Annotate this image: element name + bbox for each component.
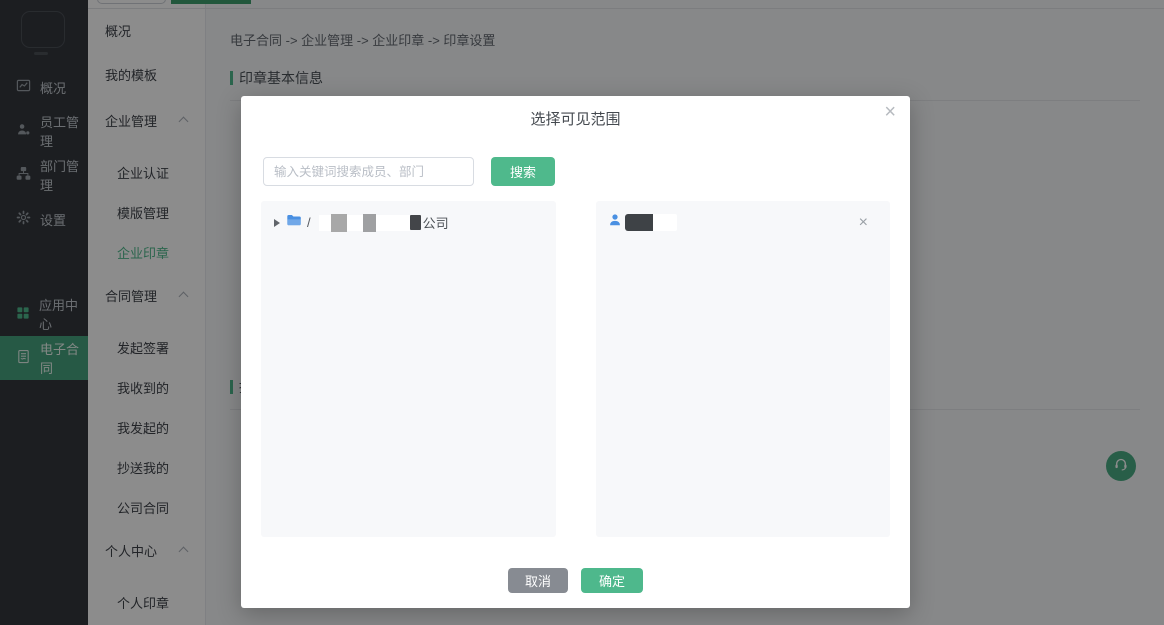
- visibility-scope-modal: 选择可见范围 × 搜索 / 公司: [241, 96, 910, 608]
- selected-member-item: ×: [596, 201, 890, 232]
- redacted-text: [363, 214, 376, 232]
- redacted-text: [625, 214, 653, 231]
- redacted-text: [331, 214, 347, 232]
- modal-footer: 取消 确定: [241, 568, 910, 593]
- confirm-button[interactable]: 确定: [581, 568, 643, 593]
- cancel-button[interactable]: 取消: [508, 568, 568, 593]
- modal-title: 选择可见范围: [241, 108, 910, 129]
- person-icon: [608, 213, 622, 232]
- close-icon[interactable]: ×: [884, 102, 896, 122]
- folder-icon: [286, 213, 302, 232]
- redacted-text: [653, 214, 677, 231]
- selected-members-panel: ×: [596, 201, 890, 537]
- org-tree-root-node[interactable]: / 公司: [261, 201, 556, 232]
- app-window: 概况 员工管理 部门管理: [0, 0, 1164, 625]
- search-input[interactable]: [263, 157, 474, 186]
- company-suffix: 公司: [423, 213, 449, 232]
- search-button[interactable]: 搜索: [491, 157, 555, 186]
- tree-path-prefix: /: [307, 215, 311, 230]
- org-tree-panel: / 公司: [261, 201, 556, 537]
- redacted-text: [319, 215, 331, 231]
- redacted-text: [410, 215, 421, 230]
- remove-member-icon[interactable]: ×: [859, 215, 868, 231]
- redacted-text: [347, 215, 363, 231]
- redacted-text: [376, 215, 410, 231]
- caret-right-icon[interactable]: [274, 219, 280, 227]
